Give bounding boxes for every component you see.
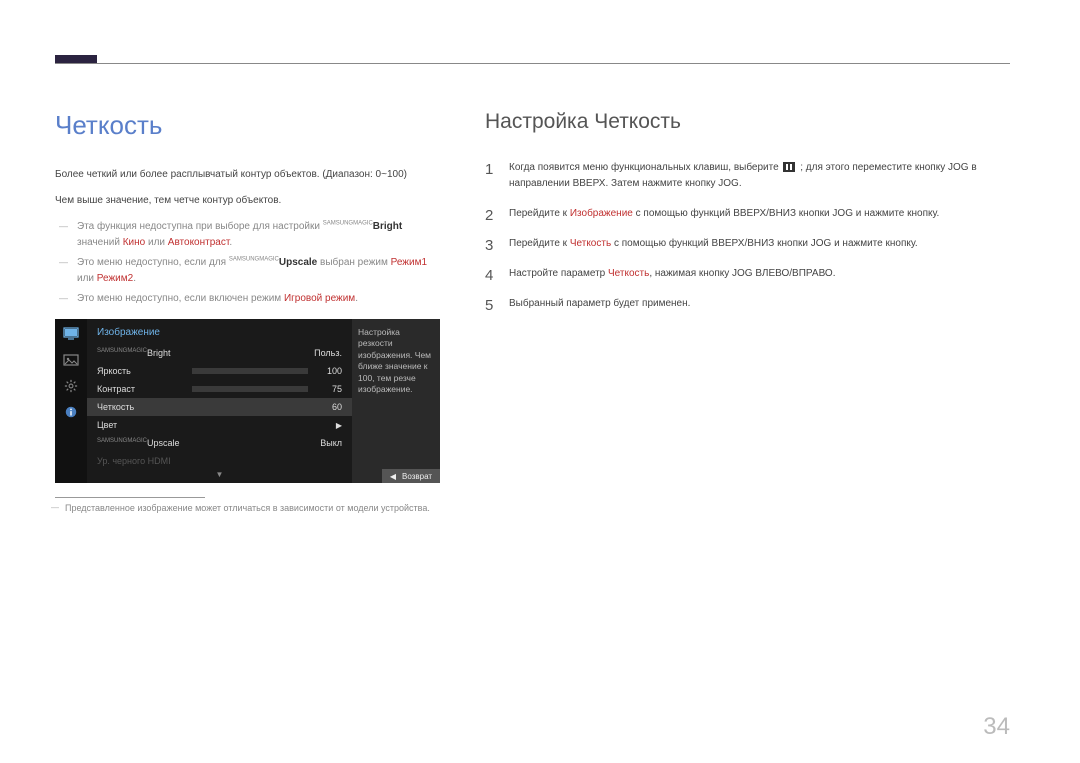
section-title: Четкость xyxy=(55,110,440,141)
chevron-left-icon: ◀ xyxy=(390,472,396,481)
osd-sidebar xyxy=(55,319,87,483)
note-gamemode: Это меню недоступно, если включен режим … xyxy=(67,291,440,307)
osd-row-hdmi: Ур. черного HDMI xyxy=(87,452,352,470)
step-3: Перейдите к Четкость с помощью функций В… xyxy=(485,236,1010,252)
desc-effect: Чем выше значение, тем четче контур объе… xyxy=(55,193,440,209)
info-icon xyxy=(62,405,80,419)
osd-header: Изображение xyxy=(87,325,352,344)
monitor-icon xyxy=(62,327,80,341)
gear-icon xyxy=(62,379,80,393)
setup-title: Настройка Четкость xyxy=(485,110,1010,134)
picture-icon xyxy=(62,353,80,367)
note-upscale: Это меню недоступно, если для SAMSUNGMAG… xyxy=(67,255,440,287)
caption-rule xyxy=(55,497,205,498)
chevron-down-icon: ▼ xyxy=(87,470,352,483)
osd-row-upscale: SAMSUNGMAGICUpscale Выкл xyxy=(87,434,352,452)
chevron-right-icon: ▶ xyxy=(336,421,342,430)
desc-range: Более четкий или более расплывчатый конт… xyxy=(55,167,440,183)
note-bright: Эта функция недоступна при выборе для на… xyxy=(67,219,440,251)
osd-row-magicbright: SAMSUNGMAGICBright Польз. xyxy=(87,344,352,362)
step-1: Когда появится меню функциональных клави… xyxy=(485,160,1010,192)
image-caption: Представленное изображение может отличат… xyxy=(55,502,440,516)
osd-row-brightness: Яркость 100 xyxy=(87,362,352,380)
osd-screenshot: Изображение SAMSUNGMAGICBright Польз. Яр… xyxy=(55,319,440,483)
osd-footer: ◀ Возврат xyxy=(382,469,440,483)
step-5: Выбранный параметр будет применен. xyxy=(485,296,1010,312)
osd-row-sharpness: Четкость 60 xyxy=(87,398,352,416)
osd-description: Настройка резкости изображения. Чем ближ… xyxy=(352,319,440,483)
header-rule xyxy=(55,63,1010,64)
header-accent xyxy=(55,55,97,63)
osd-row-color: Цвет ▶ xyxy=(87,416,352,434)
step-4: Настройте параметр Четкость, нажимая кно… xyxy=(485,266,1010,282)
osd-row-contrast: Контраст 75 xyxy=(87,380,352,398)
page-number: 34 xyxy=(983,713,1010,741)
menu-icon xyxy=(783,162,795,172)
step-2: Перейдите к Изображение с помощью функци… xyxy=(485,206,1010,222)
